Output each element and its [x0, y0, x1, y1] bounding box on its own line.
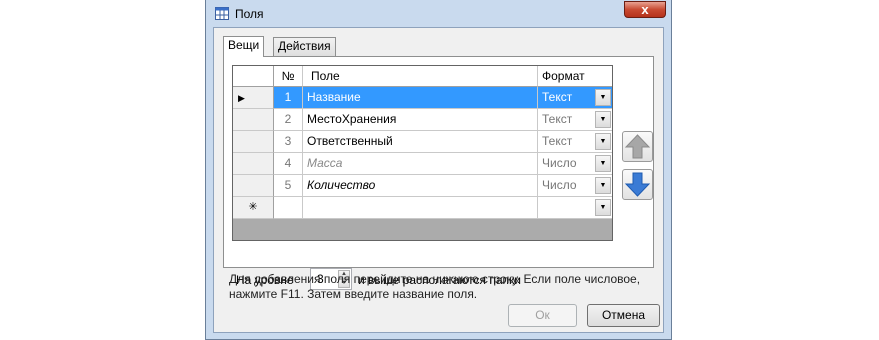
column-header-num[interactable]: №	[274, 66, 303, 87]
tab-panel: № Поле Формат ▶ 1 Название Текст ▼ 2 Мес…	[223, 56, 654, 290]
hint-text: Для добавления поля перейдите на нижнюю …	[229, 272, 641, 301]
column-header-field[interactable]: Поле	[303, 66, 538, 87]
chevron-down-icon[interactable]: ▼	[595, 111, 611, 128]
ok-button[interactable]: Ок	[508, 304, 577, 327]
chevron-down-icon[interactable]: ▼	[595, 133, 611, 150]
format-value: Число	[542, 156, 577, 170]
format-value: Текст	[542, 90, 573, 104]
chevron-down-icon[interactable]: ▼	[595, 177, 611, 194]
row-header[interactable]	[233, 153, 274, 175]
table-icon	[215, 7, 229, 20]
field-name-cell[interactable]: Масса	[303, 153, 538, 175]
title-bar[interactable]: Поля x	[206, 0, 671, 27]
field-name-cell[interactable]: Количество	[303, 175, 538, 197]
move-up-button[interactable]	[622, 131, 653, 162]
format-value: Текст	[542, 134, 573, 148]
column-header-format[interactable]: Формат	[538, 66, 612, 87]
move-down-button[interactable]	[622, 169, 653, 200]
row-number: 5	[274, 175, 303, 197]
format-value: Текст	[542, 112, 573, 126]
chevron-down-icon[interactable]: ▼	[595, 155, 611, 172]
arrow-up-icon	[624, 134, 651, 159]
field-name-cell[interactable]	[303, 197, 538, 219]
cancel-button[interactable]: Отмена	[587, 304, 660, 327]
field-name-cell[interactable]: МестоХранения	[303, 109, 538, 131]
format-cell[interactable]: ▼	[538, 197, 612, 219]
format-cell[interactable]: Текст ▼	[538, 109, 612, 131]
tab-things[interactable]: Вещи	[223, 36, 265, 57]
fields-grid[interactable]: № Поле Формат ▶ 1 Название Текст ▼ 2 Мес…	[232, 65, 613, 241]
row-header[interactable]: ▶	[233, 87, 274, 109]
current-row-arrow-icon: ▶	[238, 93, 245, 103]
format-cell[interactable]: Число ▼	[538, 175, 612, 197]
field-name-cell[interactable]: Ответственный	[303, 131, 538, 153]
row-number	[274, 197, 303, 219]
format-cell[interactable]: Число ▼	[538, 153, 612, 175]
tab-actions[interactable]: Действия	[273, 37, 336, 56]
window-title: Поля	[235, 7, 264, 21]
row-number: 4	[274, 153, 303, 175]
new-row-asterisk-icon: ✳	[233, 197, 274, 219]
row-number: 3	[274, 131, 303, 153]
fields-dialog: Поля x Вещи Действия № Поле Формат ▶ 1 Н…	[205, 0, 672, 340]
close-button[interactable]: x	[624, 1, 666, 18]
chevron-down-icon[interactable]: ▼	[595, 199, 611, 216]
row-number: 2	[274, 109, 303, 131]
arrow-down-icon	[624, 172, 651, 197]
grid-corner	[233, 66, 274, 87]
row-header[interactable]	[233, 131, 274, 153]
format-value: Число	[542, 178, 577, 192]
row-number: 1	[274, 87, 303, 109]
field-name-cell[interactable]: Название	[303, 87, 538, 109]
format-cell[interactable]: Текст ▼	[538, 87, 612, 109]
row-header[interactable]	[233, 175, 274, 197]
chevron-down-icon[interactable]: ▼	[595, 89, 611, 106]
row-header[interactable]	[233, 109, 274, 131]
dialog-client: Вещи Действия № Поле Формат ▶ 1 Название…	[213, 27, 664, 333]
format-cell[interactable]: Текст ▼	[538, 131, 612, 153]
